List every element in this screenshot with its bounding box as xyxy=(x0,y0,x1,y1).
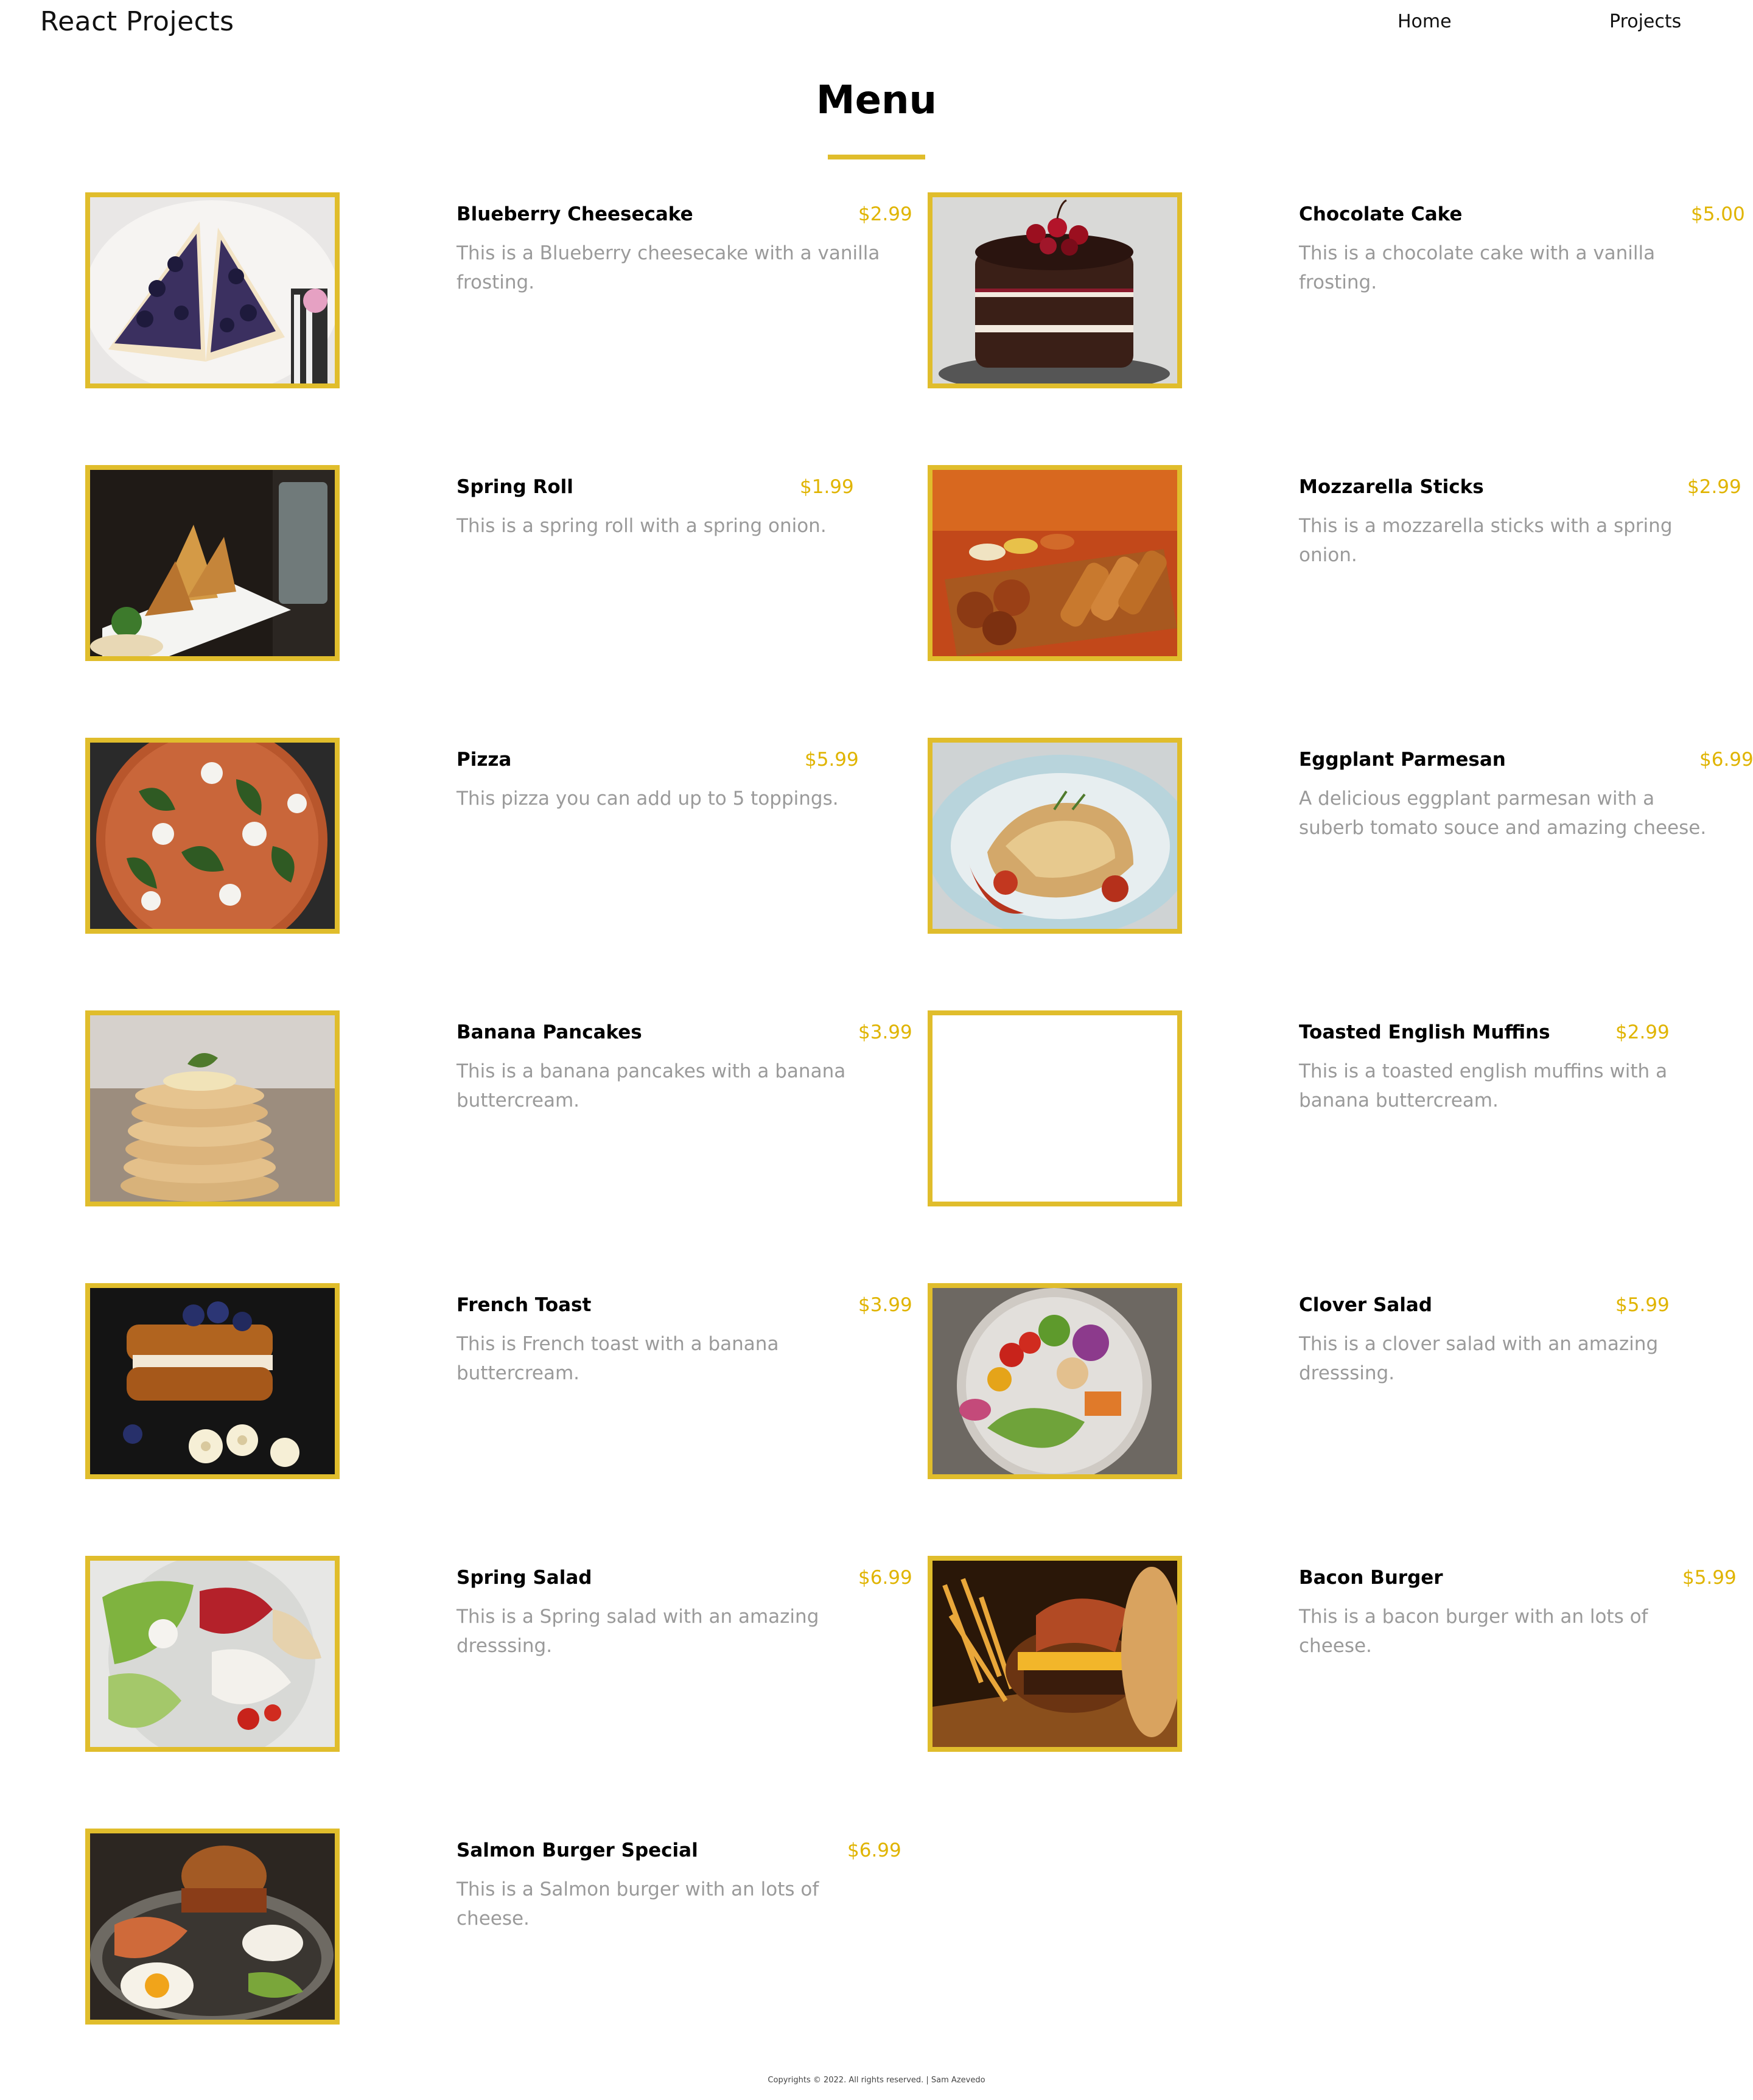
menu-item-price: $5.00 xyxy=(1691,203,1745,225)
page-title: Menu xyxy=(816,78,937,123)
menu-item-name: Mozzarella Sticks xyxy=(1299,476,1484,498)
blueberry-cheesecake-image xyxy=(90,197,335,383)
spring-roll-image xyxy=(90,470,335,656)
banana-pancakes-image xyxy=(90,1015,335,1202)
menu-item-name: Banana Pancakes xyxy=(457,1021,642,1043)
menu-item-description: This is a Spring salad with an amazing d… xyxy=(457,1606,819,1657)
menu-item-price: $5.99 xyxy=(1682,1567,1737,1589)
menu-item: Spring Roll $1.99 This is a spring roll … xyxy=(85,465,925,666)
french-toast-image xyxy=(90,1288,335,1474)
menu-item-image-spring-roll xyxy=(85,465,340,661)
nav-link-projects[interactable]: Projects xyxy=(1609,10,1681,34)
menu-item-name: Blueberry Cheesecake xyxy=(457,203,693,225)
menu-item-price: $2.99 xyxy=(858,203,912,225)
menu-item: Pizza $5.99 This pizza you can add up to… xyxy=(85,738,925,939)
menu-item-image-spring-salad xyxy=(85,1556,340,1752)
menu-item-image-eggplant-parmesan xyxy=(928,738,1182,934)
menu-item: Clover Salad $5.99 This is a clover sala… xyxy=(928,1283,1753,1484)
menu-item: Mozzarella Sticks $2.99 This is a mozzar… xyxy=(928,465,1753,666)
menu-item-description: This is a Salmon burger with an lots of … xyxy=(457,1878,819,1930)
menu-item-price: $6.99 xyxy=(1699,749,1753,771)
clover-salad-image xyxy=(932,1288,1177,1474)
menu-item-price: $5.99 xyxy=(1615,1294,1670,1316)
nav-link-home[interactable]: Home xyxy=(1398,10,1452,34)
menu-item-description: This is a banana pancakes with a banana … xyxy=(457,1060,846,1111)
menu-item: Spring Salad $6.99 This is a Spring sala… xyxy=(85,1556,925,1757)
menu-item-price: $6.99 xyxy=(858,1567,912,1589)
menu-item-name: Chocolate Cake xyxy=(1299,203,1463,225)
menu-item-price: $1.99 xyxy=(800,476,854,498)
menu-item-name: Toasted English Muffins xyxy=(1299,1021,1550,1043)
menu-item-name: Clover Salad xyxy=(1299,1294,1432,1316)
menu-item-image-pizza xyxy=(85,738,340,934)
menu-item-price: $6.99 xyxy=(847,1839,901,1861)
menu-item: Bacon Burger $5.99 This is a bacon burge… xyxy=(928,1556,1753,1757)
menu-item-name: Spring Roll xyxy=(457,476,573,498)
menu-item-image-clover-salad xyxy=(928,1283,1182,1479)
chocolate-cake-image xyxy=(932,197,1177,383)
menu-item-price: $2.99 xyxy=(1615,1021,1670,1043)
menu-item-name: Eggplant Parmesan xyxy=(1299,749,1506,771)
menu-item-description: This is a spring roll with a spring onio… xyxy=(457,515,827,537)
menu-item-image-salmon-burger xyxy=(85,1829,340,2025)
menu-item: French Toast $3.99 This is French toast … xyxy=(85,1283,925,1484)
menu-item-description: This is a toasted english muffins with a… xyxy=(1299,1060,1668,1111)
menu-item-image-banana-pancakes xyxy=(85,1010,340,1206)
menu-item: Banana Pancakes $3.99 This is a banana p… xyxy=(85,1010,925,1211)
eggplant-parmesan-image xyxy=(932,743,1177,929)
menu-item-image-blueberry-cheesecake xyxy=(85,192,340,388)
menu-item-price: $3.99 xyxy=(858,1021,912,1043)
menu-item: Blueberry Cheesecake $2.99 This is a Blu… xyxy=(85,192,925,393)
menu-item-price: $3.99 xyxy=(858,1294,912,1316)
menu-item-price: $2.99 xyxy=(1687,476,1741,498)
menu-item-name: Spring Salad xyxy=(457,1567,592,1589)
mozzarella-sticks-image xyxy=(932,470,1177,656)
menu-item-image-mozzarella-sticks xyxy=(928,465,1182,661)
menu-item-description: This is French toast with a banana butte… xyxy=(457,1333,779,1384)
bacon-burger-image xyxy=(932,1561,1177,1747)
menu-item-description: This is a mozzarella sticks with a sprin… xyxy=(1299,515,1673,566)
menu-item-image-toasted-english-muffins xyxy=(928,1010,1182,1206)
spring-salad-image xyxy=(90,1561,335,1747)
menu-item-description: This is a bacon burger with an lots of c… xyxy=(1299,1606,1648,1657)
menu-item-image-chocolate-cake xyxy=(928,192,1182,388)
menu-item-price: $5.99 xyxy=(805,749,859,771)
menu-item-description: A delicious eggplant parmesan with a sub… xyxy=(1299,788,1707,839)
menu-item-name: French Toast xyxy=(457,1294,592,1316)
menu-item-name: Salmon Burger Special xyxy=(457,1839,698,1861)
menu-item: Eggplant Parmesan $6.99 A delicious eggp… xyxy=(928,738,1753,939)
menu-item-description: This is a Blueberry cheesecake with a va… xyxy=(457,242,880,293)
menu-item-name: Bacon Burger xyxy=(1299,1567,1443,1589)
menu-item-image-french-toast xyxy=(85,1283,340,1479)
menu-item: Toasted English Muffins $2.99 This is a … xyxy=(928,1010,1753,1211)
menu-item-image-bacon-burger xyxy=(928,1556,1182,1752)
navbar: React Projects Home Projects xyxy=(0,0,1753,55)
menu-item-description: This is a clover salad with an amazing d… xyxy=(1299,1333,1659,1384)
salmon-burger-image xyxy=(90,1833,335,2020)
menu-item-description: This pizza you can add up to 5 toppings. xyxy=(457,788,839,810)
footer-copyright: Copyrights © 2022. All rights reserved. … xyxy=(768,2076,985,2085)
pizza-image xyxy=(90,743,335,929)
menu-item: Salmon Burger Special $6.99 This is a Sa… xyxy=(85,1829,925,2029)
title-underline xyxy=(828,155,925,159)
menu-item-name: Pizza xyxy=(457,749,512,771)
menu-item: Chocolate Cake $5.00 This is a chocolate… xyxy=(928,192,1753,393)
menu-item-description: This is a chocolate cake with a vanilla … xyxy=(1299,242,1656,293)
brand-logo[interactable]: React Projects xyxy=(40,5,234,39)
